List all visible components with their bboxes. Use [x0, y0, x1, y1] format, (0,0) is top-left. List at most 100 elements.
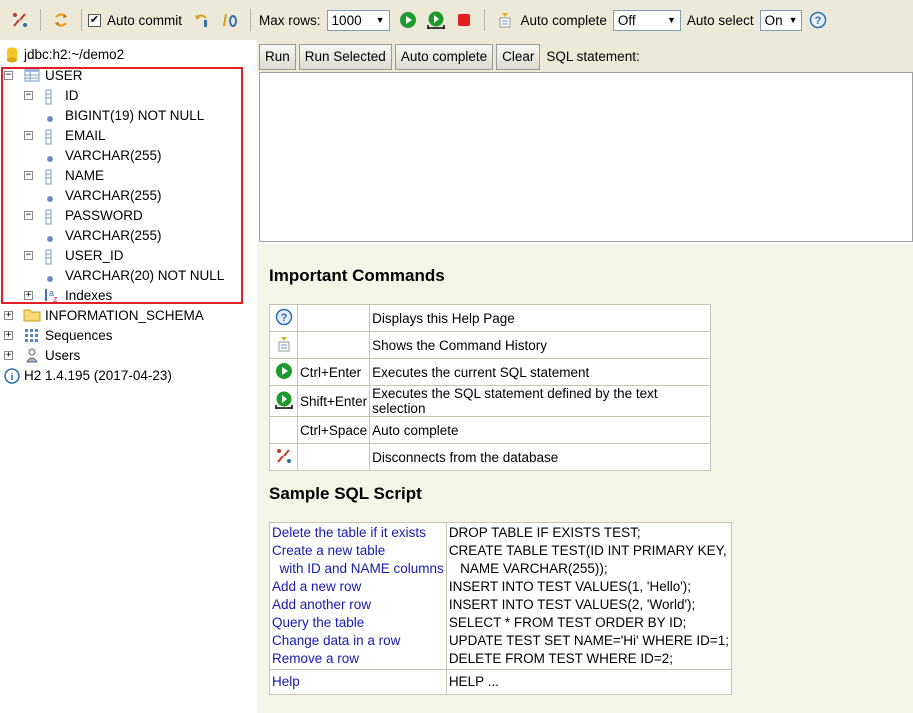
schema-tree: jdbc:h2:~/demo2 − USER − ID BIGINT(19) N…: [0, 40, 257, 713]
sample-sql-cell: DROP TABLE IF EXISTS TEST; CREATE TABLE T…: [445, 522, 733, 670]
help-panel: Important Commands ? Displays this Help …: [257, 244, 913, 713]
toolbar-separator: [483, 9, 485, 31]
command-description: Shows the Command History: [369, 331, 712, 359]
sample-sql-cell: HELP ...: [445, 669, 733, 695]
rollback-icon[interactable]: [192, 10, 212, 30]
tree-sequences[interactable]: Sequences: [45, 328, 113, 343]
run-button[interactable]: Run: [259, 43, 296, 70]
tree-users[interactable]: Users: [45, 348, 80, 363]
command-icon-cell: [269, 331, 298, 359]
auto-complete-label: Auto complete: [520, 12, 607, 28]
folder-icon: [23, 307, 41, 323]
sql-statement-label: SQL statement:: [546, 49, 640, 64]
sample-row: Delete the table if it exists Create a ne…: [269, 522, 733, 670]
auto-commit-toggle[interactable]: ✔ Auto commit: [88, 0, 188, 40]
sample-link[interactable]: Create a new table: [272, 542, 444, 560]
sample-script-table: Delete the table if it exists Create a ne…: [269, 522, 733, 695]
disconnect-icon[interactable]: [10, 10, 30, 30]
sample-link[interactable]: Remove a row: [272, 650, 444, 668]
toolbar-separator: [81, 9, 82, 31]
command-icon-cell: [269, 385, 298, 417]
disconnect-icon[interactable]: [275, 448, 293, 468]
expand-icon[interactable]: +: [4, 331, 13, 340]
sequence-icon: [24, 328, 40, 344]
sample-links-cell: Delete the table if it exists Create a ne…: [269, 522, 447, 670]
help-icon[interactable]: ?: [275, 308, 293, 329]
sample-sql: DROP TABLE IF EXISTS TEST;: [448, 525, 641, 540]
commit-icon[interactable]: [220, 10, 240, 30]
svg-text:?: ?: [814, 15, 821, 27]
max-rows-label: Max rows:: [259, 12, 321, 28]
sample-sql: SELECT * FROM TEST ORDER BY ID;: [448, 615, 687, 630]
expand-icon[interactable]: +: [4, 351, 13, 360]
connection-url[interactable]: jdbc:h2:~/demo2: [24, 47, 124, 62]
sample-sql: INSERT INTO TEST VALUES(1, 'Hello');: [448, 579, 692, 594]
command-row: Ctrl+Enter Executes the current SQL stat…: [269, 358, 712, 386]
tree-information-schema[interactable]: INFORMATION_SCHEMA: [45, 308, 204, 323]
auto-select-value: On: [764, 12, 783, 28]
sample-link[interactable]: Query the table: [272, 614, 444, 632]
sample-link[interactable]: Delete the table if it exists: [272, 524, 444, 542]
clear-button[interactable]: Clear: [496, 43, 541, 70]
run-selected-icon[interactable]: [426, 10, 446, 30]
command-row: Disconnects from the database: [269, 443, 712, 471]
auto-complete-button[interactable]: Auto complete: [394, 43, 494, 70]
database-icon: [6, 47, 22, 63]
sql-editor[interactable]: [259, 72, 913, 242]
command-shortcut: [296, 331, 371, 359]
commands-table: ? Displays this Help Page Shows the Comm…: [269, 304, 712, 471]
run-selected-button[interactable]: Run Selected: [298, 43, 392, 70]
stop-icon[interactable]: [454, 10, 474, 30]
version-info: H2 1.4.195 (2017-04-23): [24, 368, 172, 383]
help-sql: HELP ...: [448, 674, 499, 689]
sample-link[interactable]: Add another row: [272, 596, 444, 614]
svg-text:i: i: [11, 372, 14, 383]
auto-complete-value: Off: [617, 12, 636, 28]
command-icon-cell: [269, 416, 298, 444]
sample-sql: NAME VARCHAR(255));: [448, 561, 608, 576]
command-description: Displays this Help Page: [369, 304, 712, 332]
command-row: Ctrl+Space Auto complete: [269, 416, 712, 444]
auto-select-label: Auto select: [686, 12, 754, 28]
sample-link[interactable]: Add a new row: [272, 578, 444, 596]
sample-links-cell: Help: [269, 669, 447, 695]
history-icon[interactable]: [275, 336, 293, 356]
toolbar-separator: [250, 9, 252, 31]
command-shortcut: [296, 443, 371, 471]
selection-highlight: [1, 67, 243, 304]
run-icon[interactable]: [398, 10, 418, 30]
help-link[interactable]: Help: [272, 673, 444, 691]
refresh-icon[interactable]: [51, 10, 71, 30]
command-description: Auto complete: [369, 416, 712, 444]
chevron-down-icon: ▼: [788, 15, 798, 25]
command-shortcut: Shift+Enter: [296, 385, 371, 417]
expand-icon[interactable]: +: [4, 311, 13, 320]
max-rows-select[interactable]: 1000 ▼: [326, 9, 390, 31]
run-selected-icon[interactable]: [274, 391, 294, 413]
important-commands-heading: Important Commands: [269, 266, 445, 285]
info-icon: i: [4, 368, 20, 384]
chevron-down-icon: ▼: [666, 15, 676, 25]
command-row: Shift+Enter Executes the SQL statement d…: [269, 385, 712, 417]
sample-sql: INSERT INTO TEST VALUES(2, 'World');: [448, 597, 696, 612]
auto-complete-select[interactable]: Off ▼: [612, 9, 681, 31]
run-icon[interactable]: [275, 362, 293, 383]
sql-toolbar: Run Run Selected Auto complete Clear SQL…: [257, 40, 913, 73]
history-icon[interactable]: [495, 10, 515, 30]
max-rows-value: 1000: [331, 12, 362, 28]
sample-link[interactable]: Change data in a row: [272, 632, 444, 650]
toolbar-separator: [40, 9, 41, 31]
command-shortcut: Ctrl+Enter: [296, 358, 371, 386]
command-row: Shows the Command History: [269, 331, 712, 359]
auto-commit-checkbox[interactable]: ✔: [88, 13, 101, 27]
command-icon-cell: [269, 358, 298, 386]
sample-script-heading: Sample SQL Script: [269, 484, 422, 503]
toolbar: ✔ Auto commit Max rows: 1000 ▼ Auto comp…: [0, 0, 913, 40]
auto-select-select[interactable]: On ▼: [759, 9, 802, 31]
sample-link[interactable]: with ID and NAME columns: [272, 560, 444, 578]
users-icon: [24, 347, 40, 363]
command-description: Disconnects from the database: [369, 443, 712, 471]
command-icon-cell: [269, 443, 298, 471]
help-icon[interactable]: ?: [808, 10, 828, 30]
sample-help-row: Help HELP ...: [269, 669, 733, 695]
